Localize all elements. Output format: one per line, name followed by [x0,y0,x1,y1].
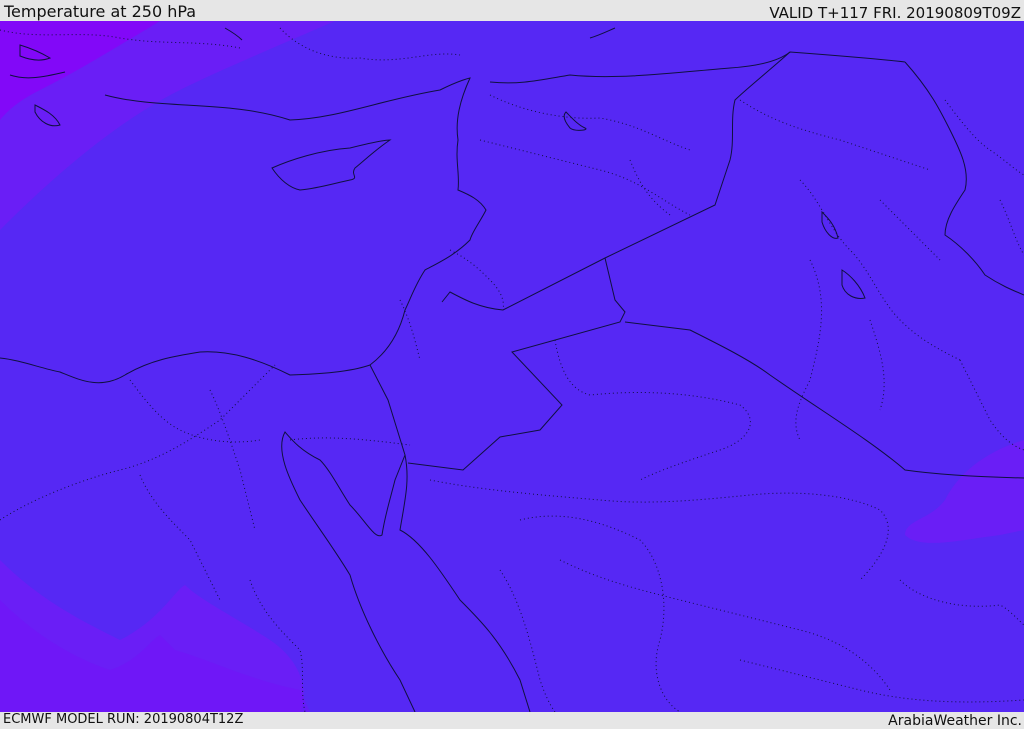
footer-bar: ECMWF MODEL RUN: 20190804T12Z ArabiaWeat… [0,712,1024,729]
map-title: Temperature at 250 hPa [4,2,197,21]
valid-time: VALID T+117 FRI. 20190809T09Z [769,4,1021,22]
map-canvas [0,21,1024,712]
credit-label: ArabiaWeather Inc. [888,713,1022,729]
temperature-field [0,21,1024,712]
map-area[interactable] [0,21,1024,712]
header-bar: Temperature at 250 hPa VALID T+117 FRI. … [0,0,1024,21]
model-run-label: ECMWF MODEL RUN: 20190804T12Z [3,712,244,727]
